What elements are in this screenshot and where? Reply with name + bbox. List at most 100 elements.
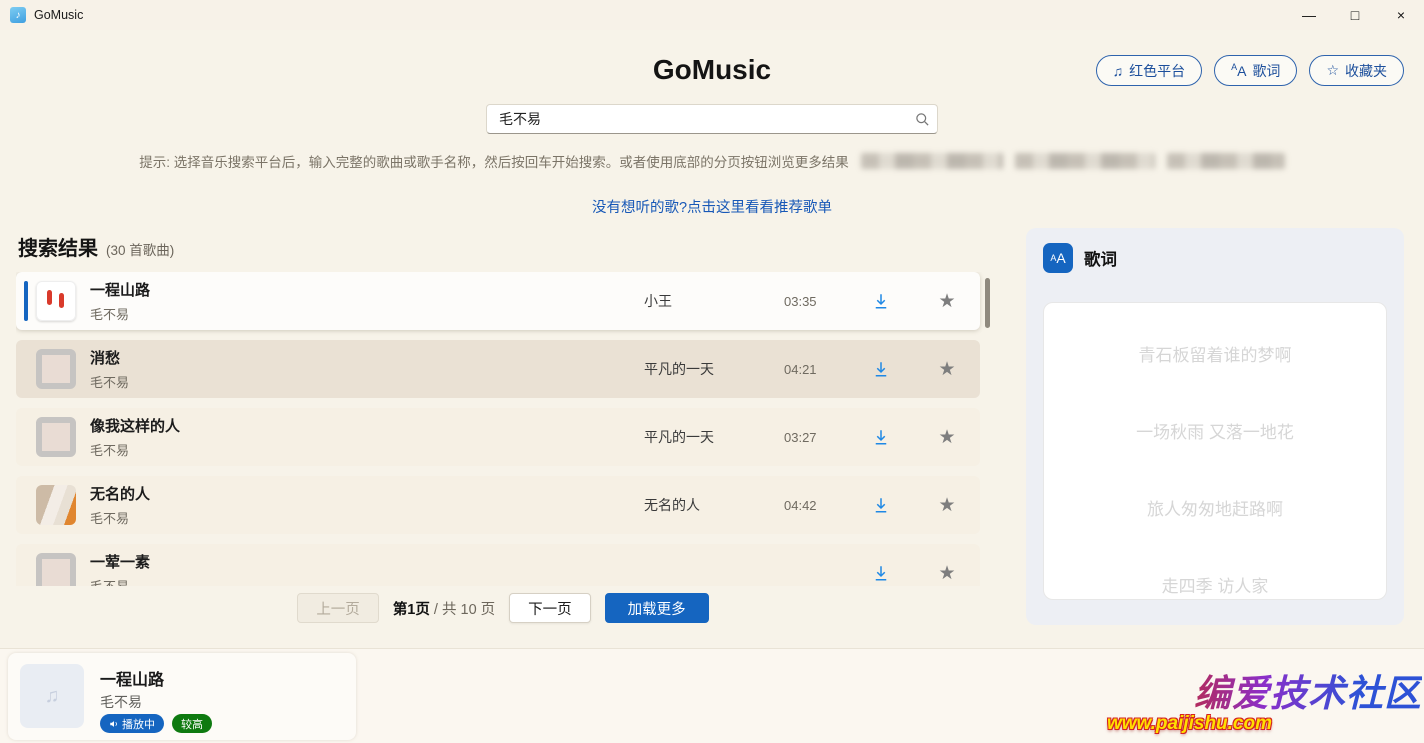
song-artist: 毛不易 xyxy=(90,508,644,527)
lyrics-aa-icon: AA xyxy=(1043,243,1073,273)
redacted-block xyxy=(1167,153,1285,169)
download-button[interactable] xyxy=(848,564,914,582)
song-duration: 04:42 xyxy=(784,498,848,513)
results-header: 搜索结果 (30 首歌曲) xyxy=(18,232,174,261)
favorite-button[interactable]: ★ xyxy=(914,292,980,311)
song-album: 平凡的一天 xyxy=(644,427,784,447)
now-playing-artist: 毛不易 xyxy=(100,692,142,712)
page-info: 第1页 / 共 10 页 xyxy=(393,598,495,619)
app-icon: ♪ xyxy=(10,7,26,23)
download-button[interactable] xyxy=(848,428,914,446)
window-controls: — □ × xyxy=(1286,0,1424,30)
song-info: 一荤一素 毛不易 xyxy=(90,551,644,586)
song-info: 像我这样的人 毛不易 xyxy=(90,415,644,459)
song-duration: 03:35 xyxy=(784,294,848,309)
lyric-line: 一场秋雨 又落一地花 xyxy=(1044,418,1386,443)
maximize-button[interactable]: □ xyxy=(1332,0,1378,30)
results-title: 搜索结果 xyxy=(18,232,98,261)
search-icon[interactable] xyxy=(907,112,937,127)
album-art xyxy=(36,281,76,321)
platform-button[interactable]: ♫ 红色平台 xyxy=(1096,55,1203,86)
active-indicator-bar xyxy=(24,281,28,321)
favorite-button[interactable]: ★ xyxy=(914,496,980,515)
lyrics-panel-title: 歌词 xyxy=(1084,246,1117,270)
song-album: 小王 xyxy=(644,291,784,311)
favorite-button[interactable]: ★ xyxy=(914,564,980,583)
favorites-button-label: 收藏夹 xyxy=(1345,61,1387,81)
song-info: 无名的人 毛不易 xyxy=(90,483,644,527)
song-title: 无名的人 xyxy=(90,483,644,504)
search-box xyxy=(486,104,938,134)
song-title: 一程山路 xyxy=(90,279,644,300)
redacted-block xyxy=(861,153,1003,169)
song-album: 无名的人 xyxy=(644,495,784,515)
lyric-line: 旅人匆匆地赶路啊 xyxy=(1044,495,1386,520)
title-bar: ♪ GoMusic — □ × xyxy=(0,0,1424,30)
song-info: 消愁 毛不易 xyxy=(90,347,644,391)
download-button[interactable] xyxy=(848,292,914,310)
album-art xyxy=(36,349,76,389)
song-title: 像我这样的人 xyxy=(90,415,644,436)
lyric-line: 走四季 访人家 xyxy=(1044,572,1386,597)
song-list: 一程山路 毛不易 小王 03:35 ★ 消愁 毛不易 平凡的一天 04:21 ★… xyxy=(16,272,990,586)
lyrics-button[interactable]: AA 歌词 xyxy=(1214,55,1297,86)
platform-button-label: 红色平台 xyxy=(1129,61,1185,81)
download-button[interactable] xyxy=(848,360,914,378)
music-note-icon: ♫ xyxy=(1113,63,1124,79)
page-total: / 共 10 页 xyxy=(430,602,495,618)
song-title: 一荤一素 xyxy=(90,551,644,572)
player-bar: ♫ 一程山路 毛不易 播放中 较高 0:11 3:35 50 xyxy=(0,648,1424,743)
next-page-button[interactable]: 下一页 xyxy=(509,593,591,623)
window-title: GoMusic xyxy=(34,8,83,22)
results-count: (30 首歌曲) xyxy=(106,239,174,259)
lyric-line: 青石板留着谁的梦啊 xyxy=(1044,341,1386,366)
song-row[interactable]: 消愁 毛不易 平凡的一天 04:21 ★ xyxy=(16,340,980,398)
album-art xyxy=(36,417,76,457)
song-artist: 毛不易 xyxy=(90,440,644,459)
load-more-button[interactable]: 加载更多 xyxy=(605,593,709,623)
now-playing-title: 一程山路 xyxy=(100,666,164,690)
song-title: 消愁 xyxy=(90,347,644,368)
search-input[interactable] xyxy=(487,111,907,127)
song-artist: 毛不易 xyxy=(90,372,644,391)
favorites-button[interactable]: ☆ 收藏夹 xyxy=(1309,55,1404,86)
prev-page-button[interactable]: 上一页 xyxy=(297,593,379,623)
app-icon-glyph: ♪ xyxy=(16,10,21,21)
list-scrollbar[interactable] xyxy=(985,278,990,328)
lyrics-card: 青石板留着谁的梦啊 一场秋雨 又落一地花 旅人匆匆地赶路啊 走四季 访人家 xyxy=(1043,302,1387,600)
now-playing-album-art: ♫ xyxy=(20,664,84,728)
hint-row: 提示: 选择音乐搜索平台后，输入完整的歌曲或歌手名称，然后按回车开始搜索。或者使… xyxy=(0,151,1424,171)
lyrics-panel: AA 歌词 青石板留着谁的梦啊 一场秋雨 又落一地花 旅人匆匆地赶路啊 走四季 … xyxy=(1026,228,1404,625)
header-buttons: ♫ 红色平台 AA 歌词 ☆ 收藏夹 xyxy=(1096,55,1404,86)
now-playing-badges: 播放中 较高 xyxy=(100,714,212,733)
minimize-button[interactable]: — xyxy=(1286,0,1332,30)
lyrics-panel-header: AA 歌词 xyxy=(1026,228,1404,288)
download-button[interactable] xyxy=(848,496,914,514)
song-duration: 03:27 xyxy=(784,430,848,445)
close-button[interactable]: × xyxy=(1378,0,1424,30)
recommend-playlist-link[interactable]: 没有想听的歌?点击这里看看推荐歌单 xyxy=(0,196,1424,217)
album-art xyxy=(36,553,76,586)
page-current: 第1页 xyxy=(393,602,430,618)
song-row[interactable]: 像我这样的人 毛不易 平凡的一天 03:27 ★ xyxy=(16,408,980,466)
song-info: 一程山路 毛不易 xyxy=(90,279,644,323)
hint-text: 提示: 选择音乐搜索平台后，输入完整的歌曲或歌手名称，然后按回车开始搜索。或者使… xyxy=(139,151,849,171)
song-album: 平凡的一天 xyxy=(644,359,784,379)
now-playing-card: ♫ 一程山路 毛不易 播放中 较高 xyxy=(8,653,356,740)
star-outline-icon: ☆ xyxy=(1326,62,1339,79)
redacted-block xyxy=(1015,153,1155,169)
song-row-active[interactable]: 一程山路 毛不易 小王 03:35 ★ xyxy=(16,272,980,330)
song-duration: 04:21 xyxy=(784,362,848,377)
song-artist: 毛不易 xyxy=(90,304,644,323)
lyrics-button-label: 歌词 xyxy=(1252,61,1280,81)
song-row[interactable]: 一荤一素 毛不易 ★ xyxy=(16,544,980,586)
speaker-icon xyxy=(109,719,119,729)
song-artist: 毛不易 xyxy=(90,576,644,586)
song-row[interactable]: 无名的人 毛不易 无名的人 04:42 ★ xyxy=(16,476,980,534)
favorite-button[interactable]: ★ xyxy=(914,360,980,379)
aa-icon: AA xyxy=(1231,62,1246,79)
playing-status-badge: 播放中 xyxy=(100,714,164,733)
favorite-button[interactable]: ★ xyxy=(914,428,980,447)
pagination: 上一页 第1页 / 共 10 页 下一页 加载更多 xyxy=(16,593,990,623)
album-art xyxy=(36,485,76,525)
